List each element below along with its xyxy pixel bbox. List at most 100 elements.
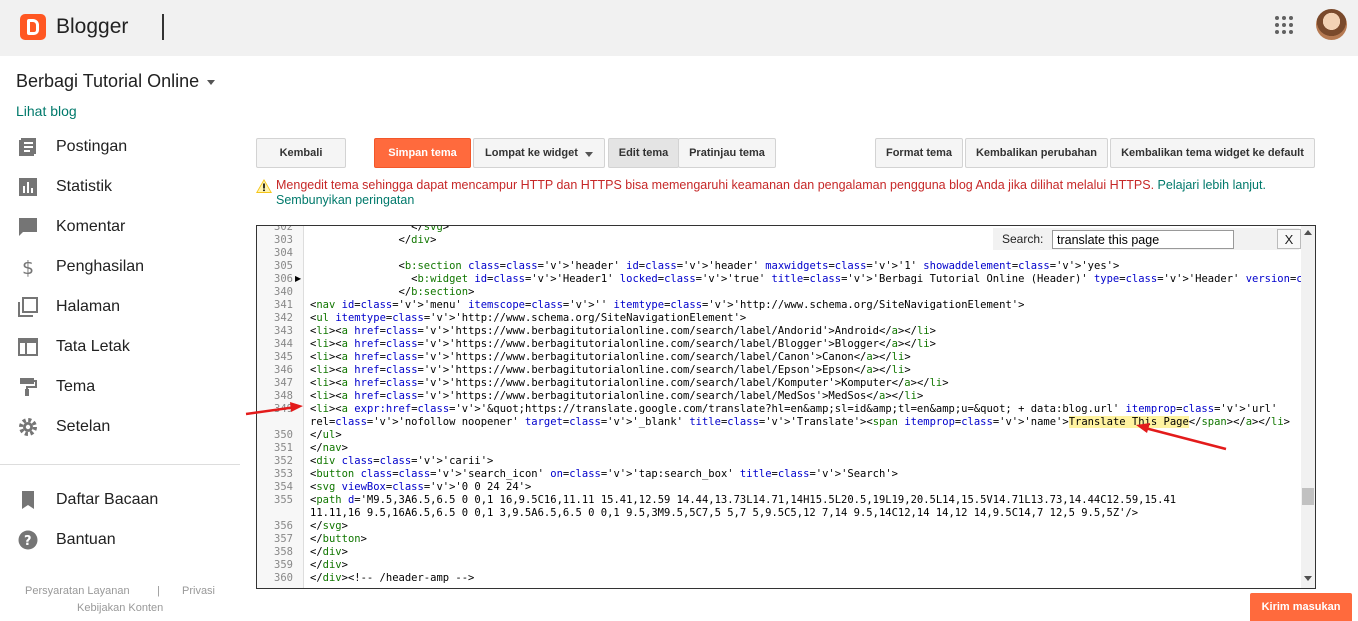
blogger-logo-icon[interactable] xyxy=(20,14,46,40)
learn-more-link[interactable]: Pelajari lebih lanjut. xyxy=(1158,178,1266,192)
top-bar: Blogger xyxy=(0,0,1358,56)
code-line[interactable]: </button> xyxy=(310,533,367,546)
gear-icon xyxy=(19,418,37,436)
code-line[interactable]: <li><a href=class='v'>'https://www.berba… xyxy=(310,390,923,403)
sidebar-item-daftar-bacaan[interactable]: Daftar Bacaan xyxy=(0,480,240,520)
code-line[interactable]: </b:section> xyxy=(310,286,475,299)
code-editor[interactable]: 302 303 304 305 306 340 341 342 343 344 345 346 347 3… xyxy=(256,225,1316,589)
line-number: 341 xyxy=(274,299,293,311)
sidebar-item-tata-letak[interactable]: Tata Letak xyxy=(0,327,240,367)
code-line[interactable]: <b:section class=class='v'>'header' id=c… xyxy=(310,260,1120,273)
line-number: 305 xyxy=(274,260,293,272)
avatar[interactable] xyxy=(1316,9,1347,40)
apps-grid-icon[interactable] xyxy=(1275,16,1293,34)
code-line[interactable]: rel=class='v'>'nofollow noopener' target… xyxy=(310,416,1290,429)
view-blog-link[interactable]: Lihat blog xyxy=(16,103,77,119)
blog-selector[interactable]: Berbagi Tutorial Online xyxy=(16,71,216,92)
help-icon: ? xyxy=(18,530,38,550)
dollar-icon: $ xyxy=(22,257,34,277)
code-line[interactable]: <li><a href=class='v'>'https://www.berba… xyxy=(310,377,949,390)
edit-theme-tab[interactable]: Edit tema xyxy=(608,138,679,168)
line-number: 359 xyxy=(274,559,293,571)
privacy-link[interactable]: Privasi xyxy=(182,585,215,597)
preview-theme-tab[interactable]: Pratinjau tema xyxy=(678,138,776,168)
code-line[interactable]: <li><a href=class='v'>'https://www.berba… xyxy=(310,325,936,338)
line-number: 357 xyxy=(274,533,293,545)
vertical-scrollbar[interactable] xyxy=(1301,226,1315,588)
sidebar-item-statistik[interactable]: Statistik xyxy=(0,167,240,207)
jump-to-widget-dropdown[interactable]: Lompat ke widget xyxy=(473,138,605,168)
line-number: 353 xyxy=(274,468,293,480)
sidebar-item-tema[interactable]: Tema xyxy=(0,367,240,407)
code-line[interactable]: </ul> xyxy=(310,429,342,442)
line-number: 344 xyxy=(274,338,293,350)
scroll-down-icon[interactable] xyxy=(1304,576,1312,581)
line-number: 347 xyxy=(274,377,293,389)
code-line[interactable]: </div> xyxy=(310,234,437,247)
caret-down-icon xyxy=(207,79,216,85)
terms-link[interactable]: Persyaratan Layanan xyxy=(25,585,130,597)
code-line[interactable]: </svg> xyxy=(310,520,348,533)
hide-warning-link[interactable]: Sembunyikan peringatan xyxy=(256,193,414,207)
code-line[interactable]: <li><a href=class='v'>'https://www.berba… xyxy=(310,338,936,351)
sidebar-item-label: Tata Letak xyxy=(56,338,130,355)
code-line[interactable]: <div class=class='v'>'carii'> xyxy=(310,455,493,468)
code-line[interactable]: <li><a href=class='v'>'https://www.berba… xyxy=(310,364,911,377)
app-name[interactable]: Blogger xyxy=(56,15,128,39)
save-theme-button[interactable]: Simpan tema xyxy=(374,138,471,168)
sidebar-item-label: Postingan xyxy=(56,138,128,155)
revert-changes-button[interactable]: Kembalikan perubahan xyxy=(965,138,1108,168)
code-line[interactable]: <b:widget id=class='v'>'Header1' locked=… xyxy=(310,273,1315,286)
format-theme-button[interactable]: Format tema xyxy=(875,138,963,168)
send-feedback-button[interactable]: Kirim masukan xyxy=(1250,593,1352,621)
code-line[interactable]: </div> xyxy=(310,559,348,572)
caret-down-icon xyxy=(585,152,593,157)
code-line[interactable]: <button class=class='v'>'search_icon' on… xyxy=(310,468,898,481)
sidebar-item-label: Tema xyxy=(56,378,96,395)
code-line[interactable]: <nav id=class='v'>'menu' itemscope=class… xyxy=(310,299,1024,312)
sidebar-item-bantuan[interactable]: ? Bantuan xyxy=(0,520,240,560)
code-line[interactable]: <ul itemtype=class='v'>'http://www.schem… xyxy=(310,312,746,325)
sidebar-item-setelan[interactable]: Setelan xyxy=(0,407,240,447)
stats-icon xyxy=(19,178,37,196)
jump-to-widget-label: Lompat ke widget xyxy=(485,147,578,159)
sidebar-item-label: Halaman xyxy=(56,298,121,315)
content-policy-link[interactable]: Kebijakan Konten xyxy=(77,602,163,614)
blog-title: Berbagi Tutorial Online xyxy=(16,71,200,91)
code-line[interactable]: </svg> xyxy=(310,226,449,234)
svg-text:?: ? xyxy=(24,534,32,549)
fold-arrow-icon[interactable]: ▶ xyxy=(295,274,301,283)
line-number: 343 xyxy=(274,325,293,337)
footer-separator: | xyxy=(157,585,160,597)
svg-text:$: $ xyxy=(22,257,34,277)
code-line[interactable]: <path d='M9.5,3A6.5,6.5 0 0,1 16,9.5C16,… xyxy=(310,494,1176,507)
sidebar-item-halaman[interactable]: Halaman xyxy=(0,287,240,327)
sidebar-item-label: Statistik xyxy=(56,178,113,195)
sidebar-item-postingan[interactable]: Postingan xyxy=(0,127,240,167)
code-line[interactable]: </div><!-- /header-amp --> xyxy=(310,572,474,585)
search-input[interactable] xyxy=(1052,230,1234,249)
code-line[interactable]: 11.11,16 9.5,16A6.5,6.5 0 0,1 3,9.5A6.5,… xyxy=(310,507,1138,520)
code-line[interactable]: <li><a href=class='v'>'https://www.berba… xyxy=(310,351,911,364)
sidebar-item-komentar[interactable]: Komentar xyxy=(0,207,240,247)
sidebar-item-label: Daftar Bacaan xyxy=(56,491,159,508)
code-line[interactable]: <svg viewBox=class='v'>'0 0 24 24'> xyxy=(310,481,531,494)
line-number: 348 xyxy=(274,390,293,402)
line-number: 340 xyxy=(274,286,293,298)
sidebar-item-label: Bantuan xyxy=(56,531,116,548)
revert-widgets-button[interactable]: Kembalikan tema widget ke default xyxy=(1110,138,1315,168)
code-line[interactable]: </div> xyxy=(310,546,348,559)
scroll-up-icon[interactable] xyxy=(1304,230,1312,235)
search-bar: Search: X xyxy=(993,228,1301,250)
bookmark-icon xyxy=(22,491,34,509)
line-number: 358 xyxy=(274,546,293,558)
close-search-button[interactable]: X xyxy=(1277,229,1301,249)
scroll-thumb[interactable] xyxy=(1302,488,1314,505)
sidebar: Berbagi Tutorial Online Lihat blog Posti… xyxy=(0,56,240,621)
sidebar-item-label: Setelan xyxy=(56,418,111,435)
sidebar-item-penghasilan[interactable]: $ Penghasilan xyxy=(0,247,240,287)
line-number: 360 xyxy=(274,572,293,584)
code-line[interactable]: </nav> xyxy=(310,442,348,455)
back-button[interactable]: Kembali xyxy=(256,138,346,168)
code-line[interactable]: <li><a expr:href=class='v'>'&quot;https:… xyxy=(310,403,1277,416)
